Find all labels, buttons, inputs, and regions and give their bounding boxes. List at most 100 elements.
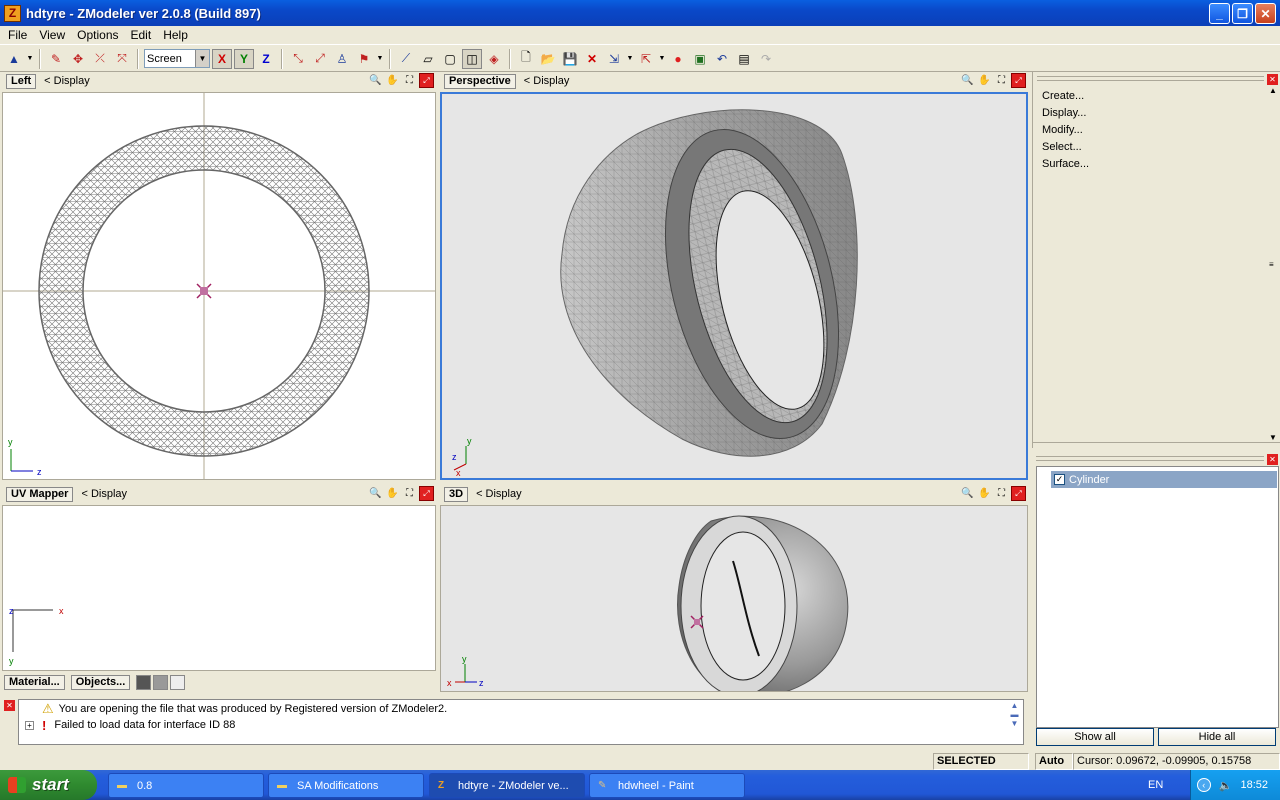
import-icon[interactable]: ⇲ — [604, 49, 624, 69]
paint-select-icon[interactable]: ✎ — [46, 49, 66, 69]
start-button[interactable]: start — [0, 770, 97, 800]
red-cube-icon[interactable]: ◈ — [484, 49, 504, 69]
vertex-mode-icon[interactable]: ⟋ — [396, 49, 416, 69]
properties-icon[interactable]: ▤ — [734, 49, 754, 69]
flags-icon[interactable]: ⚑ — [354, 49, 374, 69]
show-all-button[interactable]: Show all — [1036, 728, 1154, 746]
zmodeler-app-icon[interactable]: Z — [4, 4, 21, 22]
zoom-extents-icon[interactable]: ⛶ — [994, 73, 1009, 88]
menu-view[interactable]: View — [33, 28, 71, 42]
zoom-icon[interactable]: 🔍 — [368, 73, 383, 88]
dropdown-arrow-icon[interactable]: ▼ — [658, 49, 666, 69]
pan-hand-icon[interactable]: ✋ — [385, 73, 400, 88]
face-mode-icon[interactable]: ▱ — [418, 49, 438, 69]
color-swatch-light[interactable] — [170, 674, 186, 690]
maximize-button[interactable]: ❐ — [1232, 3, 1253, 24]
axis-y-toggle[interactable]: Y — [234, 48, 254, 69]
delete-icon[interactable]: ✕ — [582, 49, 602, 69]
pan-hand-icon[interactable]: ✋ — [385, 486, 400, 501]
volume-icon[interactable]: 🔈 — [1219, 779, 1233, 792]
close-icon[interactable]: ✕ — [1267, 454, 1278, 465]
save-icon[interactable]: 💾 — [560, 49, 580, 69]
close-button[interactable]: ✕ — [1255, 3, 1276, 24]
figure-icon[interactable]: ♙ — [332, 49, 352, 69]
hide-all-button[interactable]: Hide all — [1158, 728, 1276, 746]
language-indicator[interactable]: EN — [1148, 779, 1163, 791]
viewport-display-menu[interactable]: < Display — [44, 75, 90, 87]
task-folder-0.8[interactable]: ▬ 0.8 — [108, 773, 264, 798]
task-folder-sa-modifications[interactable]: ▬ SA Modifications — [268, 773, 424, 798]
scale-icon[interactable]: ⤧ — [112, 49, 132, 69]
viewport-title[interactable]: 3D — [444, 486, 469, 502]
menu-options[interactable]: Options — [71, 28, 124, 42]
viewport-title[interactable]: UV Mapper — [6, 486, 74, 502]
task-paint[interactable]: ✎ hdwheel - Paint — [589, 773, 745, 798]
log-scrollbar[interactable]: ▲ ▬ ▼ — [1007, 701, 1022, 743]
axis-z-toggle[interactable]: Z — [256, 49, 276, 69]
material-tab[interactable]: Material... — [4, 674, 65, 690]
snap-icon[interactable]: ⤡ — [288, 49, 308, 69]
open-file-icon[interactable]: 📂 — [538, 49, 558, 69]
command-surface[interactable]: Surface... — [1042, 156, 1089, 173]
pointer-icon[interactable]: ▲ — [4, 49, 24, 69]
render-icon[interactable]: ▣ — [690, 49, 710, 69]
clock[interactable]: 18:52 — [1240, 779, 1268, 791]
axis-x-toggle[interactable]: X — [212, 48, 232, 69]
task-zmodeler[interactable]: Zhdtyre - ZModeler ve... — [429, 773, 585, 798]
visibility-checkbox[interactable]: ✓ — [1054, 474, 1065, 485]
viewport-left[interactable]: Left < Display 🔍 ✋ ⛶ ⤢ y z — [2, 72, 436, 480]
dropdown-arrow-icon[interactable]: ▼ — [26, 49, 34, 69]
zoom-extents-icon[interactable]: ⛶ — [402, 73, 417, 88]
perspective-canvas[interactable]: y z x — [442, 94, 1026, 478]
status-auto[interactable]: Auto — [1035, 753, 1073, 770]
viewport-title[interactable]: Left — [6, 73, 37, 89]
objects-tab[interactable]: Objects... — [70, 674, 131, 690]
menu-help[interactable]: Help — [157, 28, 194, 42]
pan-hand-icon[interactable]: ✋ — [977, 486, 992, 501]
command-display[interactable]: Display... — [1042, 105, 1089, 122]
viewport-uv-mapper[interactable]: UV Mapper < Display 🔍 ✋ ⛶ ⤢ z x y Materi… — [2, 485, 436, 692]
uv-canvas[interactable]: z x y — [3, 506, 435, 670]
viewport-title[interactable]: Perspective — [444, 73, 516, 89]
viewport-perspective[interactable]: Perspective < Display 🔍 ✋ ⛶ ⤢ y z x — [440, 72, 1028, 480]
viewport-display-menu[interactable]: < Display — [524, 75, 570, 87]
object-mode-icon[interactable]: ▢ — [440, 49, 460, 69]
dropdown-arrow-icon[interactable]: ▼ — [376, 49, 384, 69]
maximize-viewport-icon[interactable]: ⤢ — [419, 486, 434, 501]
menu-edit[interactable]: Edit — [125, 28, 158, 42]
zoom-icon[interactable]: 🔍 — [368, 486, 383, 501]
box-mode-icon[interactable]: ◫ — [462, 48, 482, 69]
redo-icon[interactable]: ↷ — [756, 49, 776, 69]
object-tree[interactable]: ✓ Cylinder — [1036, 466, 1279, 728]
export-icon[interactable]: ⇱ — [636, 49, 656, 69]
left-view-canvas[interactable]: y z — [3, 93, 435, 479]
pivot-icon[interactable]: ⤢ — [310, 49, 330, 69]
maximize-viewport-icon[interactable]: ⤢ — [1011, 486, 1026, 501]
move-icon[interactable]: ✥ — [68, 49, 88, 69]
command-panel-scrollbar[interactable]: ▲ ≡ ▼ — [1266, 86, 1280, 442]
color-swatch-gray[interactable] — [153, 674, 169, 690]
close-icon[interactable]: ✕ — [1267, 74, 1278, 85]
coord-mode-select[interactable]: Screen ▼ — [144, 49, 210, 68]
viewport-display-menu[interactable]: < Display — [81, 488, 127, 500]
log-list[interactable]: ⚠ You are opening the file that was prod… — [18, 699, 1024, 745]
record-icon[interactable]: ● — [668, 49, 688, 69]
minimize-button[interactable]: _ — [1209, 3, 1230, 24]
dropdown-arrow-icon[interactable]: ▼ — [626, 49, 634, 69]
color-swatch-dark[interactable] — [136, 674, 152, 690]
zoom-icon[interactable]: 🔍 — [960, 73, 975, 88]
zoom-extents-icon[interactable]: ⛶ — [402, 486, 417, 501]
new-file-icon[interactable]: 🗋 — [516, 49, 536, 69]
command-select[interactable]: Select... — [1042, 139, 1089, 156]
pan-hand-icon[interactable]: ✋ — [977, 73, 992, 88]
close-icon[interactable]: ✕ — [4, 700, 15, 711]
expand-icon[interactable]: + — [25, 720, 34, 730]
menu-file[interactable]: File — [2, 28, 33, 42]
render-canvas[interactable]: y z x — [441, 506, 1027, 691]
object-item-cylinder[interactable]: ✓ Cylinder — [1051, 471, 1277, 488]
viewport-display-menu[interactable]: < Display — [476, 488, 522, 500]
command-create[interactable]: Create... — [1042, 88, 1089, 105]
rotate-icon[interactable]: ⤫ — [90, 49, 110, 69]
command-modify[interactable]: Modify... — [1042, 122, 1089, 139]
viewport-3d[interactable]: 3D < Display 🔍 ✋ ⛶ ⤢ y z x — [440, 485, 1028, 692]
